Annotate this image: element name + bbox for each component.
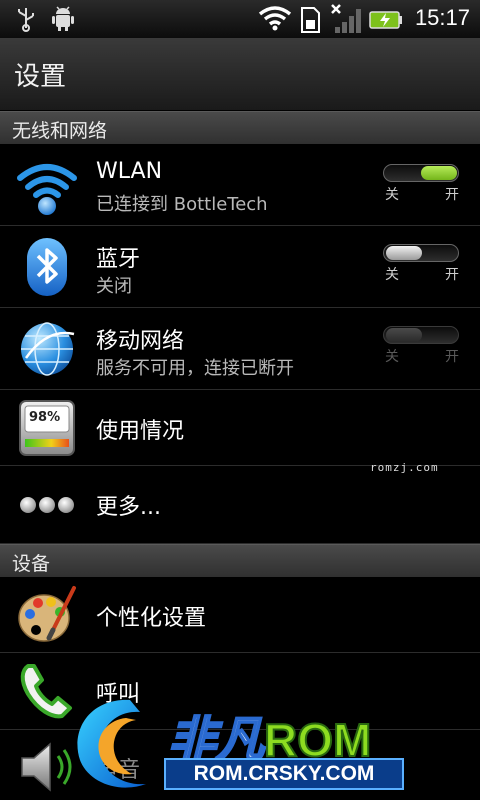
toggle-track — [383, 244, 459, 262]
item-subtitle: 已连接到 BottleTech — [96, 194, 268, 215]
wifi-icon — [258, 6, 292, 31]
status-clock: 15:17 — [414, 5, 470, 30]
item-title: 个性化设置 — [96, 606, 207, 631]
section-title: 设备 — [12, 553, 51, 575]
toggle-track — [383, 164, 459, 182]
section-title: 无线和网络 — [12, 120, 108, 142]
title-bar: 设置 — [0, 38, 480, 111]
wifi-icon — [17, 164, 77, 215]
section-header-device: 设备 — [0, 544, 480, 577]
item-subtitle: 关闭 — [96, 276, 132, 297]
item-title: WLAN — [96, 159, 163, 184]
settings-item-personalize[interactable]: 个性化设置 — [0, 577, 480, 653]
usage-meter-icon: 98% — [16, 397, 78, 459]
toggle-off-label: 关 — [385, 187, 399, 203]
item-title: 更多... — [96, 495, 161, 520]
toggle-on-label: 开 — [445, 267, 459, 283]
sd-card-icon — [301, 7, 320, 33]
brand-watermark: 非凡ROM ROM.CRSKY.COM — [60, 690, 480, 800]
usb-icon — [18, 8, 34, 32]
item-title: 移动网络 — [96, 329, 185, 354]
toggle-off-label: 关 — [385, 349, 399, 365]
toggle-thumb — [386, 328, 422, 342]
no-signal-icon — [331, 4, 361, 33]
settings-item-usage[interactable]: 98% 使用情况 — [0, 390, 480, 466]
status-bar: 15:17 — [0, 0, 480, 38]
battery-charging-icon — [369, 11, 402, 29]
page-title: 设置 — [14, 62, 67, 92]
settings-item-bluetooth[interactable]: 蓝牙 关闭 关 开 — [0, 226, 480, 308]
toggle-thumb — [421, 166, 457, 180]
toggle-track — [383, 326, 459, 344]
toggle-on-label: 开 — [445, 187, 459, 203]
item-title: 蓝牙 — [96, 247, 141, 272]
section-header-wireless: 无线和网络 — [0, 111, 480, 144]
toggle-on-label: 开 — [445, 349, 459, 365]
brand-url: ROM.CRSKY.COM — [164, 758, 404, 790]
settings-item-wlan[interactable]: WLAN 已连接到 BottleTech 关 开 — [0, 144, 480, 226]
globe-network-icon — [21, 322, 75, 376]
toggle-off-label: 关 — [385, 267, 399, 283]
more-dots-icon — [20, 497, 74, 513]
brand-logo-icon — [77, 699, 146, 788]
item-subtitle: 服务不可用，连接已断开 — [96, 358, 294, 379]
settings-item-more[interactable]: 更多... — [0, 466, 480, 544]
bluetooth-icon — [27, 238, 67, 296]
item-title: 使用情况 — [96, 419, 185, 444]
usage-percent-text: 98% — [29, 410, 61, 425]
toggle-thumb — [386, 246, 422, 260]
paint-palette-icon — [18, 586, 76, 642]
android-debug-icon — [52, 6, 74, 31]
settings-item-mobile-network[interactable]: 移动网络 服务不可用，连接已断开 关 开 — [0, 308, 480, 390]
